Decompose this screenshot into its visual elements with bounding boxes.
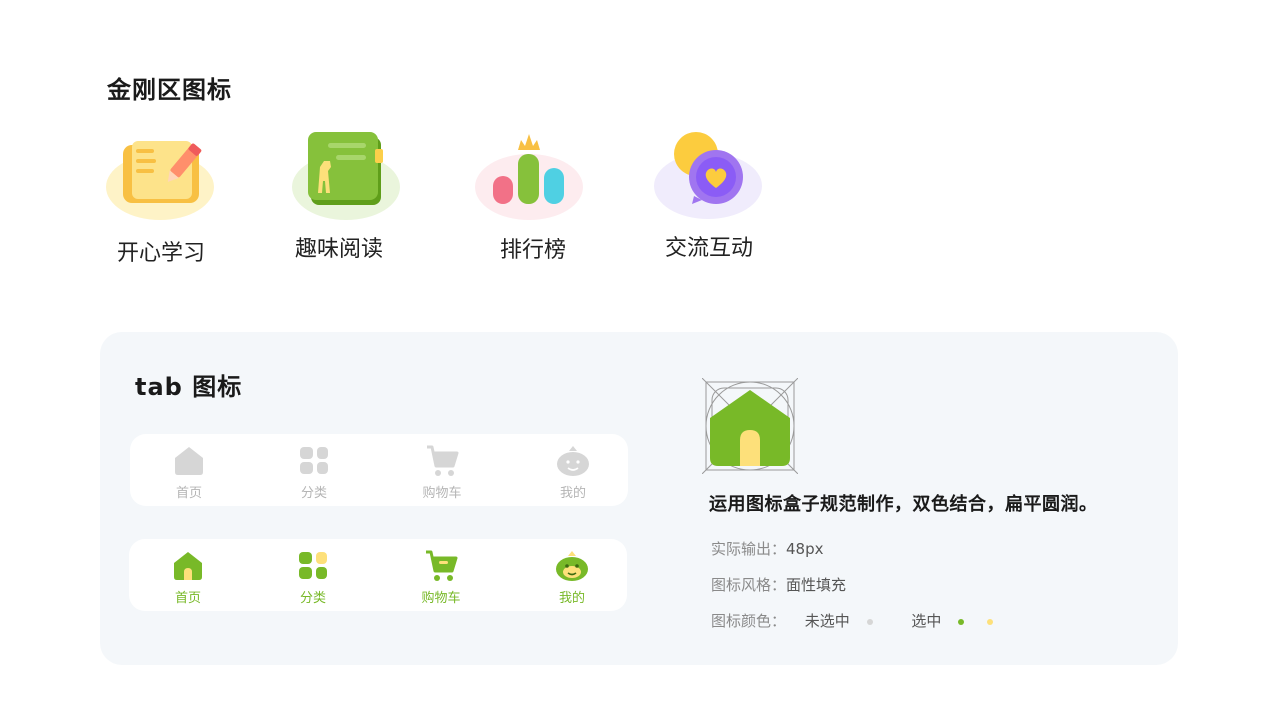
tab-profile[interactable]: 我的 (533, 434, 613, 506)
tab-home[interactable]: 首页 (149, 434, 229, 506)
icon-box-grid-home-icon (702, 378, 798, 474)
spec-style-label: 图标风格： (711, 576, 787, 594)
notebook-pencil-icon (106, 141, 214, 220)
kingkong-section-title: 金刚区图标 (107, 76, 232, 104)
kingkong-item-label: 排行榜 (499, 238, 566, 263)
tabbar-selected: 首页 分类 购物车 我的 (129, 539, 627, 611)
tab-label: 购物车 (422, 486, 462, 501)
selected-color-swatch-yellow (986, 618, 993, 625)
giraffe-book-icon (292, 132, 400, 220)
tab-home[interactable]: 首页 (148, 539, 228, 611)
tab-label: 我的 (559, 486, 586, 501)
tab-cart[interactable]: 购物车 (402, 434, 482, 506)
kingkong-item-label: 交流互动 (664, 236, 753, 261)
tab-category[interactable]: 分类 (273, 539, 353, 611)
category-icon (300, 447, 328, 474)
spec-style-row: 图标风格：面性填充 (711, 574, 846, 595)
tab-label: 首页 (174, 591, 201, 606)
tab-label: 购物车 (421, 591, 461, 606)
tab-label: 分类 (299, 591, 326, 606)
unselected-label: 未选中 (804, 612, 850, 630)
tab-category[interactable]: 分类 (274, 434, 354, 506)
leaderboard-crown-icon (475, 134, 583, 220)
tab-label: 我的 (558, 591, 585, 606)
tab-section-title: tab 图标 (135, 373, 243, 401)
spec-output-label: 实际输出： (711, 540, 787, 558)
chat-heart-icon (654, 132, 762, 219)
spec-color-label: 图标颜色： (711, 612, 787, 630)
tab-profile[interactable]: 我的 (532, 539, 612, 611)
category-icon (299, 552, 327, 579)
selected-color-swatch-green (958, 618, 965, 625)
spec-output-row: 实际输出：48px (711, 538, 824, 559)
profile-icon (556, 551, 588, 581)
cart-icon (427, 445, 459, 476)
spec-output-value: 48px (786, 540, 824, 558)
tabbar-unselected: 首页 分类 购物车 我的 (130, 434, 628, 506)
tab-cart[interactable]: 购物车 (401, 539, 481, 611)
profile-icon (557, 446, 589, 476)
cart-icon (426, 550, 458, 581)
tab-label: 分类 (300, 486, 327, 501)
home-icon (175, 447, 203, 475)
home-icon (174, 552, 202, 580)
selected-label: 选中 (911, 612, 942, 630)
unselected-color-swatch (866, 618, 873, 625)
kingkong-item-label: 趣味阅读 (294, 237, 383, 262)
spec-color-row: 图标颜色： 未选中 选中 (711, 610, 993, 631)
design-description: 运用图标盒子规范制作，双色结合，扁平圆润。 (709, 494, 1098, 515)
spec-style-value: 面性填充 (786, 576, 847, 594)
kingkong-item-label: 开心学习 (116, 241, 205, 266)
tab-label: 首页 (175, 486, 202, 501)
